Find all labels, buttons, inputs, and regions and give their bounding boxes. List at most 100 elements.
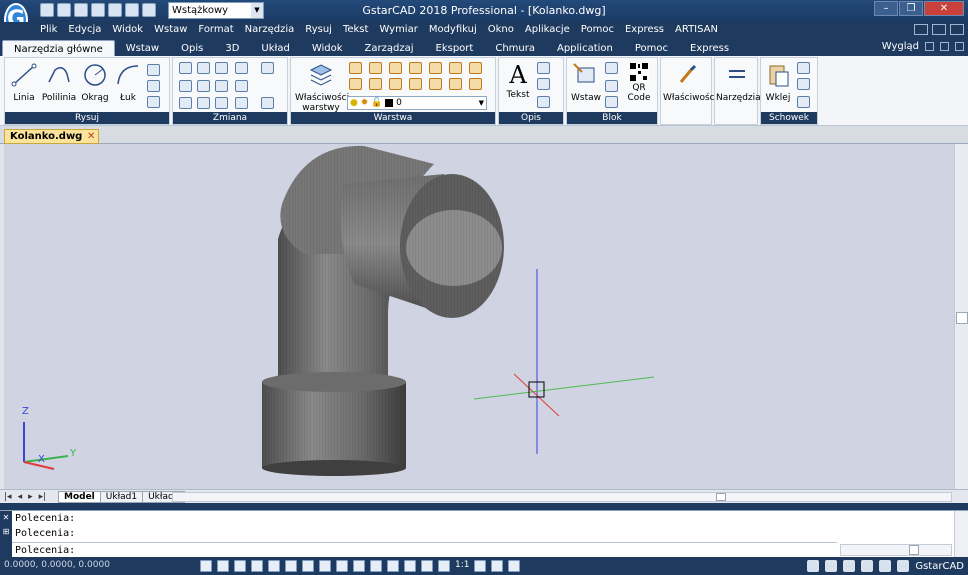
annotation-scale-icon[interactable] [438, 560, 450, 572]
layer-isolate-icon[interactable] [369, 62, 382, 74]
menu-item[interactable]: Rysuj [305, 24, 332, 35]
hatch-icon[interactable] [147, 96, 160, 108]
line-button[interactable]: Linia [9, 62, 39, 103]
menu-item[interactable]: Widok [112, 24, 143, 35]
layer-copy-icon[interactable] [449, 78, 462, 90]
ribbon-tab[interactable]: Eksport [425, 40, 485, 56]
block-edit-icon[interactable] [605, 80, 618, 92]
rotate-icon[interactable] [197, 97, 210, 109]
ribbon-tab[interactable]: Wstaw [115, 40, 170, 56]
attribute-icon[interactable] [605, 96, 618, 108]
menu-item[interactable]: Wstaw [154, 24, 187, 35]
panel-title-schowek[interactable]: Schowek [761, 112, 817, 124]
ribbon-tab[interactable]: Narzędzia główne [2, 40, 115, 56]
menu-item[interactable]: Okno [488, 24, 514, 35]
block-create-icon[interactable] [605, 62, 618, 74]
panel-title-zmiana[interactable]: Zmiana [173, 112, 287, 124]
menu-item[interactable]: Narzędzia [245, 24, 295, 35]
settings-icon[interactable] [807, 560, 820, 572]
ribbon-close-icon[interactable] [955, 42, 964, 51]
match-prop-icon[interactable] [797, 96, 810, 108]
circle-button[interactable]: Okrąg [79, 62, 111, 103]
menu-item[interactable]: Format [198, 24, 233, 35]
panel-title-blok[interactable]: Blok [567, 112, 657, 124]
menu-item[interactable]: Modyfikuj [429, 24, 477, 35]
layout-tab[interactable]: Układ1 [99, 491, 144, 503]
model-canvas[interactable] [4, 144, 954, 489]
close-icon[interactable]: ✕ [87, 130, 95, 143]
prev-layout-icon[interactable]: ◂ [18, 492, 23, 502]
layer-state-icon[interactable] [349, 62, 362, 74]
dyn-icon[interactable] [319, 560, 331, 572]
ribbon-minimize-icon[interactable] [925, 42, 934, 51]
table-icon[interactable] [537, 62, 550, 74]
layer-delete-icon[interactable] [469, 78, 482, 90]
mirror-icon[interactable] [197, 80, 210, 92]
layer-thaw-icon[interactable] [369, 78, 382, 90]
menu-item[interactable]: Plik [40, 24, 57, 35]
qr-code-button[interactable]: QR Code [623, 62, 655, 103]
horizontal-scrollbar[interactable] [172, 492, 952, 502]
hardware-accel-icon[interactable] [879, 560, 892, 572]
trim-icon[interactable] [235, 97, 248, 109]
array-icon[interactable] [215, 62, 228, 74]
ribbon-tab[interactable]: Express [679, 40, 740, 56]
clean-screen-icon[interactable] [897, 560, 910, 572]
layer-combo[interactable]: ● ✹ 🔓 0 ▼ [347, 96, 487, 110]
align-icon[interactable] [235, 62, 248, 74]
ribbon-tab[interactable]: 3D [214, 40, 250, 56]
tools-button[interactable]: Narzędzia [716, 62, 761, 103]
lineweight-icon[interactable] [336, 560, 348, 572]
menu-item[interactable]: Wymiar [379, 24, 417, 35]
copy-icon[interactable] [197, 62, 210, 74]
command-window-handle[interactable]: ✕ ⊞ [0, 511, 12, 558]
isolate-objects-icon[interactable] [861, 560, 874, 572]
properties-button[interactable]: Właściwości [663, 62, 717, 103]
model-space-icon[interactable] [387, 560, 399, 572]
lock-ui-icon[interactable] [508, 560, 521, 572]
panel-title-warstwa[interactable]: Warstwa [291, 112, 495, 124]
layer-lock-icon[interactable] [429, 62, 442, 74]
command-vscrollbar[interactable] [954, 511, 968, 558]
grid-icon[interactable] [200, 560, 212, 572]
paste-button[interactable]: Wklej [763, 62, 793, 103]
ribbon-tab[interactable]: Application [546, 40, 624, 56]
polyline-button[interactable]: Polilinia [41, 62, 77, 103]
ribbon-tab[interactable]: Zarządzaj [354, 40, 425, 56]
menu-item[interactable]: Express [625, 24, 664, 35]
text-button[interactable]: A Tekst [503, 62, 533, 100]
layout-tab[interactable]: Model [58, 491, 101, 503]
close-button[interactable]: ✕ [924, 1, 964, 16]
annotation-visibility-icon[interactable] [421, 560, 433, 572]
layer-match-icon[interactable] [449, 62, 462, 74]
vertical-scrollbar[interactable] [954, 144, 968, 489]
scale-value[interactable]: 1:1 [455, 560, 469, 572]
menu-item[interactable]: Edycja [68, 24, 101, 35]
ribbon-tab[interactable]: Opis [170, 40, 214, 56]
auto-scale-icon[interactable] [474, 560, 487, 572]
restore-button[interactable]: ❐ [899, 1, 923, 16]
doc-close-button[interactable] [950, 24, 964, 35]
layer-unisolate-icon[interactable] [349, 78, 362, 90]
menu-item[interactable]: ARTISAN [675, 24, 718, 35]
first-layout-icon[interactable]: |◂ [4, 492, 12, 502]
cut-icon[interactable] [797, 78, 810, 90]
next-layout-icon[interactable]: ▸ [28, 492, 33, 502]
pan-icon[interactable] [179, 97, 192, 109]
rectangle-icon[interactable] [147, 64, 160, 76]
offset-icon[interactable] [215, 80, 228, 92]
layer-off-icon[interactable] [409, 62, 422, 74]
leader-icon[interactable] [537, 96, 550, 108]
scrollbar-thumb[interactable] [716, 493, 726, 501]
move-icon[interactable] [179, 62, 192, 74]
layer-properties-button[interactable]: Właściwości warstwy [295, 62, 349, 113]
scrollbar-thumb[interactable] [956, 312, 968, 324]
layer-freeze-icon[interactable] [389, 62, 402, 74]
layer-unlock-icon[interactable] [409, 78, 422, 90]
selection-cycling-icon[interactable] [370, 560, 382, 572]
workspace-switch-icon[interactable] [491, 560, 504, 572]
minimize-button[interactable]: – [874, 1, 898, 16]
ortho-icon[interactable] [234, 560, 246, 572]
transparency-icon[interactable] [353, 560, 365, 572]
doc-restore-button[interactable] [932, 24, 946, 35]
